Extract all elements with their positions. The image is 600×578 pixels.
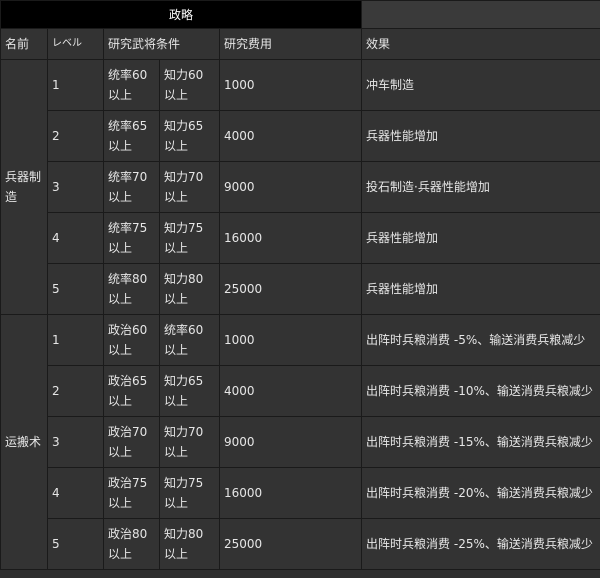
level-cell: 3 <box>47 161 104 213</box>
effect-cell: 出阵时兵粮消费 -5%、输送消费兵粮减少 <box>361 314 600 366</box>
cost-cell: 1000 <box>218 314 363 366</box>
condition-primary-cell: 政治75以上 <box>103 467 160 519</box>
condition-primary-cell: 政治65以上 <box>103 365 160 417</box>
header-condition: 研究武将条件 <box>103 28 220 60</box>
table-row: 4 政治75以上 知力75以上 16000 出阵时兵粮消费 -20%、输送消费兵粮减少 <box>1 467 600 519</box>
header-level: レベル <box>47 28 104 60</box>
table-row: 5 统率80以上 知力80以上 25000 兵器性能增加 <box>1 263 600 315</box>
table-row: 2 统率65以上 知力65以上 4000 兵器性能增加 <box>1 110 600 162</box>
condition-secondary-cell: 知力60以上 <box>159 59 220 111</box>
condition-secondary-cell: 知力65以上 <box>159 110 220 162</box>
level-cell: 2 <box>47 110 104 162</box>
table-row: 3 统率70以上 知力70以上 9000 投石制造·兵器性能增加 <box>1 161 600 213</box>
effect-cell: 出阵时兵粮消费 -25%、输送消费兵粮减少 <box>361 518 600 570</box>
level-cell: 3 <box>47 416 104 468</box>
cost-cell: 25000 <box>218 263 363 315</box>
cost-cell: 16000 <box>218 212 363 264</box>
condition-primary-cell: 统率65以上 <box>103 110 160 162</box>
condition-secondary-cell: 知力75以上 <box>159 467 220 519</box>
level-cell: 5 <box>47 263 104 315</box>
level-cell: 5 <box>47 518 104 570</box>
effect-cell: 投石制造·兵器性能增加 <box>361 161 600 213</box>
title-blank-cell <box>361 0 600 29</box>
effect-cell: 兵器性能增加 <box>361 263 600 315</box>
cost-cell: 9000 <box>218 161 363 213</box>
table-row: 3 政治70以上 知力70以上 9000 出阵时兵粮消费 -15%、输送消费兵粮减少 <box>1 416 600 468</box>
level-cell: 4 <box>47 467 104 519</box>
condition-primary-cell: 统率60以上 <box>103 59 160 111</box>
cost-cell: 4000 <box>218 110 363 162</box>
table-row: 运搬术 1 政治60以上 统率60以上 1000 出阵时兵粮消费 -5%、输送消费兵粮减少 <box>0 314 600 570</box>
level-cell: 2 <box>47 365 104 417</box>
header-effect: 效果 <box>361 28 600 60</box>
category-name: 兵器制造 <box>0 59 48 315</box>
table-row: 兵器制造 1 统率60以上 知力60以上 1000 冲车制造 <box>0 59 600 315</box>
header-cost: 研究费用 <box>218 28 363 60</box>
table-row: 2 政治65以上 知力65以上 4000 出阵时兵粮消费 -10%、输送消费兵粮减少 <box>1 365 600 417</box>
header-name: 名前 <box>0 28 48 60</box>
effect-cell: 兵器性能增加 <box>361 212 600 264</box>
condition-secondary-cell: 知力70以上 <box>159 161 220 213</box>
cost-cell: 1000 <box>218 59 363 111</box>
condition-secondary-cell: 统率60以上 <box>159 314 220 366</box>
level-cell: 1 <box>47 314 104 366</box>
condition-primary-cell: 统率70以上 <box>103 161 160 213</box>
effect-cell: 出阵时兵粮消费 -15%、输送消费兵粮减少 <box>361 416 600 468</box>
cost-cell: 25000 <box>218 518 363 570</box>
effect-cell: 出阵时兵粮消费 -20%、输送消费兵粮减少 <box>361 467 600 519</box>
condition-primary-cell: 政治80以上 <box>103 518 160 570</box>
condition-secondary-cell: 知力80以上 <box>159 518 220 570</box>
condition-secondary-cell: 知力70以上 <box>159 416 220 468</box>
condition-primary-cell: 政治70以上 <box>103 416 160 468</box>
category-name: 运搬术 <box>0 314 48 570</box>
effect-cell: 出阵时兵粮消费 -10%、输送消费兵粮减少 <box>361 365 600 417</box>
level-cell: 1 <box>47 59 104 111</box>
effect-cell: 冲车制造 <box>361 59 600 111</box>
cost-cell: 4000 <box>218 365 363 417</box>
condition-secondary-cell: 知力75以上 <box>159 212 220 264</box>
condition-primary-cell: 统率80以上 <box>103 263 160 315</box>
cost-cell: 16000 <box>218 467 363 519</box>
level-cell: 4 <box>47 212 104 264</box>
table-row: 4 统率75以上 知力75以上 16000 兵器性能增加 <box>1 212 600 264</box>
table-row: 5 政治80以上 知力80以上 25000 出阵时兵粮消费 -25%、输送消费兵粮减少 <box>1 518 600 570</box>
condition-secondary-cell: 知力65以上 <box>159 365 220 417</box>
table-title: 政略 <box>0 0 363 29</box>
condition-primary-cell: 统率75以上 <box>103 212 160 264</box>
condition-secondary-cell: 知力80以上 <box>159 263 220 315</box>
condition-primary-cell: 政治60以上 <box>103 314 160 366</box>
cost-cell: 9000 <box>218 416 363 468</box>
strategy-table: 政略 名前 レベル 研究武将条件 研究费用 效果 兵器制造 1 统率60以上 知力60… <box>0 0 600 570</box>
effect-cell: 兵器性能增加 <box>361 110 600 162</box>
